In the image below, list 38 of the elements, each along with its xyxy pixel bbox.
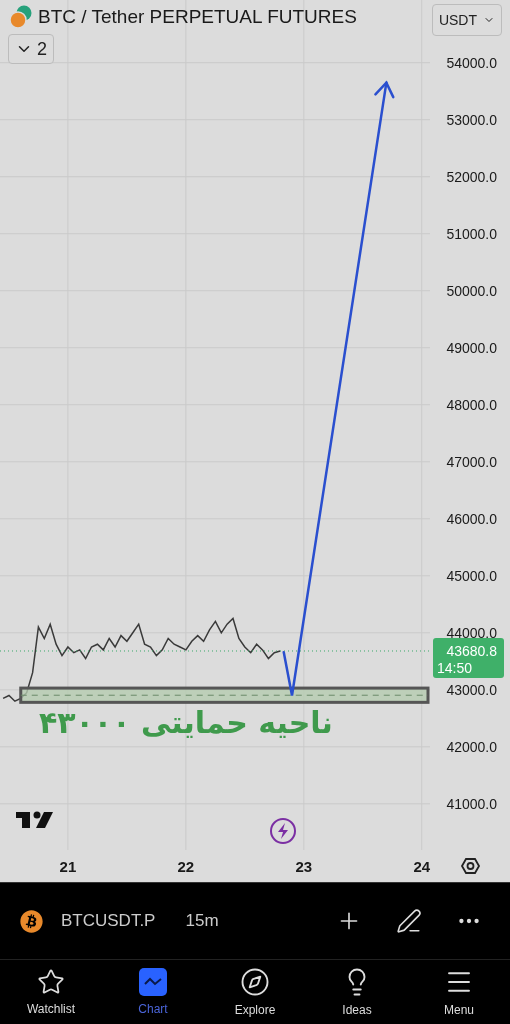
price-axis-label: 49000.0	[446, 339, 497, 356]
price-axis-label: 52000.0	[446, 168, 497, 185]
time-axis-label: 23	[295, 858, 313, 875]
symbol-name[interactable]: BTCUSDT.P	[61, 911, 156, 931]
settings-icon[interactable]	[460, 858, 481, 874]
price-axis-label: 50000.0	[446, 282, 497, 299]
coin-pair-icon	[8, 4, 34, 30]
price-axis-label: 47000.0	[446, 453, 497, 470]
symbol-title: BTC / Tether PERPETUAL FUTURES	[38, 6, 357, 28]
price-axis-label: 51000.0	[446, 225, 497, 242]
price-axis-label: 41000.0	[446, 795, 497, 812]
price-axis-label: 48000.0	[446, 396, 497, 413]
nav-tab[interactable]: Ideas	[306, 960, 408, 1024]
price-axis-label: 42000.0	[446, 738, 497, 755]
price-axis-label: 53000.0	[446, 111, 497, 128]
price-axis-label: 43000.0	[446, 681, 497, 698]
price-axis-label: 54000.0	[446, 54, 497, 71]
zone-label: ناحیه حمایتی ۴۳۰۰۰	[38, 704, 333, 740]
nav-tab[interactable]: Chart	[102, 960, 204, 1024]
time-axis-label: 24	[413, 858, 431, 875]
time-axis-label: 22	[177, 858, 195, 875]
logo-icon	[16, 811, 53, 828]
price-axis-label: 45000.0	[446, 567, 497, 584]
nav-tab[interactable]: Watchlist	[0, 960, 102, 1024]
bitcoin-icon	[20, 909, 43, 933]
lightning-icon	[270, 818, 296, 844]
currency-dropdown[interactable]: USDT	[431, 4, 502, 36]
compass-icon	[240, 967, 270, 997]
price-axis-label: 44000.0	[446, 624, 497, 641]
nav-tab[interactable]: Explore	[204, 960, 306, 1024]
indicators-toggle[interactable]: 2	[8, 34, 54, 64]
star-icon	[37, 968, 65, 996]
time-axis-label: 21	[59, 858, 77, 875]
last-price-badge: 43680.8 14:50	[433, 638, 504, 678]
price-axis-label: 46000.0	[446, 510, 497, 527]
chart-icon	[139, 968, 167, 996]
interval-label[interactable]: 15m	[185, 911, 219, 931]
nav-tab[interactable]: Menu	[408, 960, 510, 1024]
